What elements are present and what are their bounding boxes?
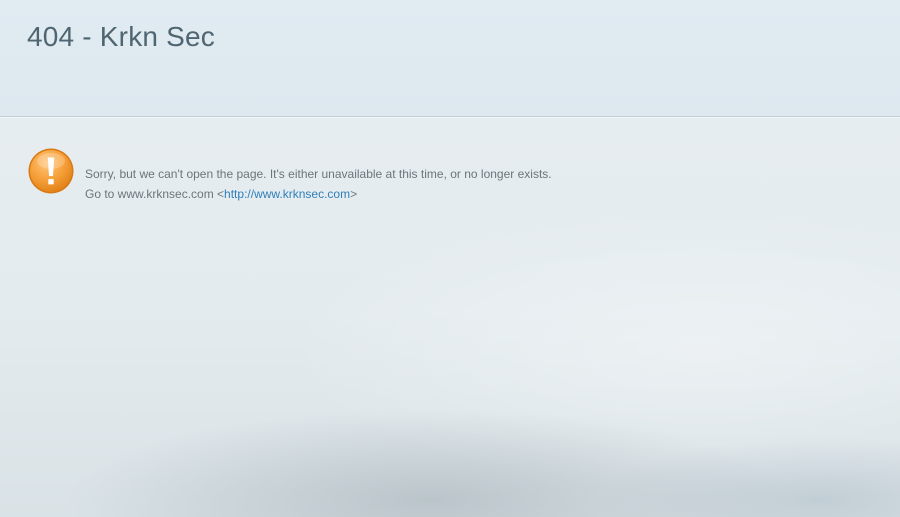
error-message-line: Sorry, but we can't open the page. It's … <box>85 167 552 181</box>
page-title: 404 - Krkn Sec <box>27 21 215 52</box>
redirect-suffix: > <box>350 187 358 201</box>
home-link[interactable]: http://www.krknsec.com <box>224 187 350 201</box>
error-message: Sorry, but we can't open the page. It's … <box>85 164 552 204</box>
exclamation-icon <box>28 148 74 194</box>
redirect-line: Go to www.krknsec.com <http://www.krknse… <box>85 184 552 204</box>
page-header: 404 - Krkn Sec <box>0 0 900 117</box>
redirect-prefix: Go to www.krknsec.com < <box>85 187 225 201</box>
